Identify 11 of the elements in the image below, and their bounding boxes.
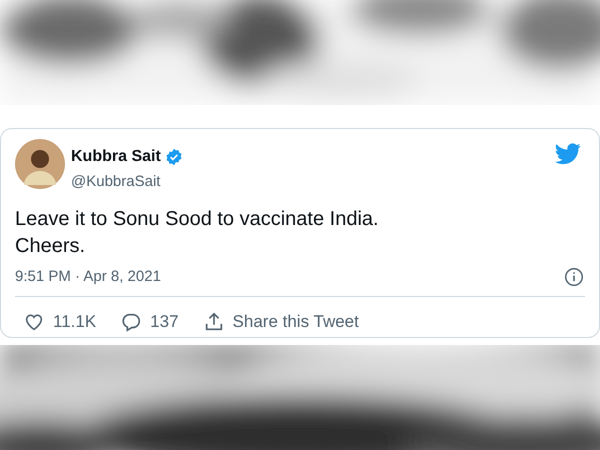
bird-logo-icon[interactable]	[555, 143, 581, 165]
action-label[interactable]: Share this Tweet	[232, 309, 359, 334]
action-label[interactable]: 137	[150, 309, 179, 334]
author-name[interactable]: Kubbra Sait	[71, 145, 161, 169]
info-icon[interactable]	[563, 266, 585, 288]
tweet-text: Leave it to Sonu Sood to vaccinate India.	[15, 206, 380, 232]
avatar-icon	[15, 139, 65, 189]
tweet-timestamp[interactable]: 9:51 PM · Apr 8, 2021	[15, 266, 161, 288]
author-handle[interactable]: @KubbraSait	[71, 171, 183, 194]
action-label[interactable]: 11.1K	[53, 309, 96, 334]
tweet-text: Cheers.	[15, 234, 86, 258]
